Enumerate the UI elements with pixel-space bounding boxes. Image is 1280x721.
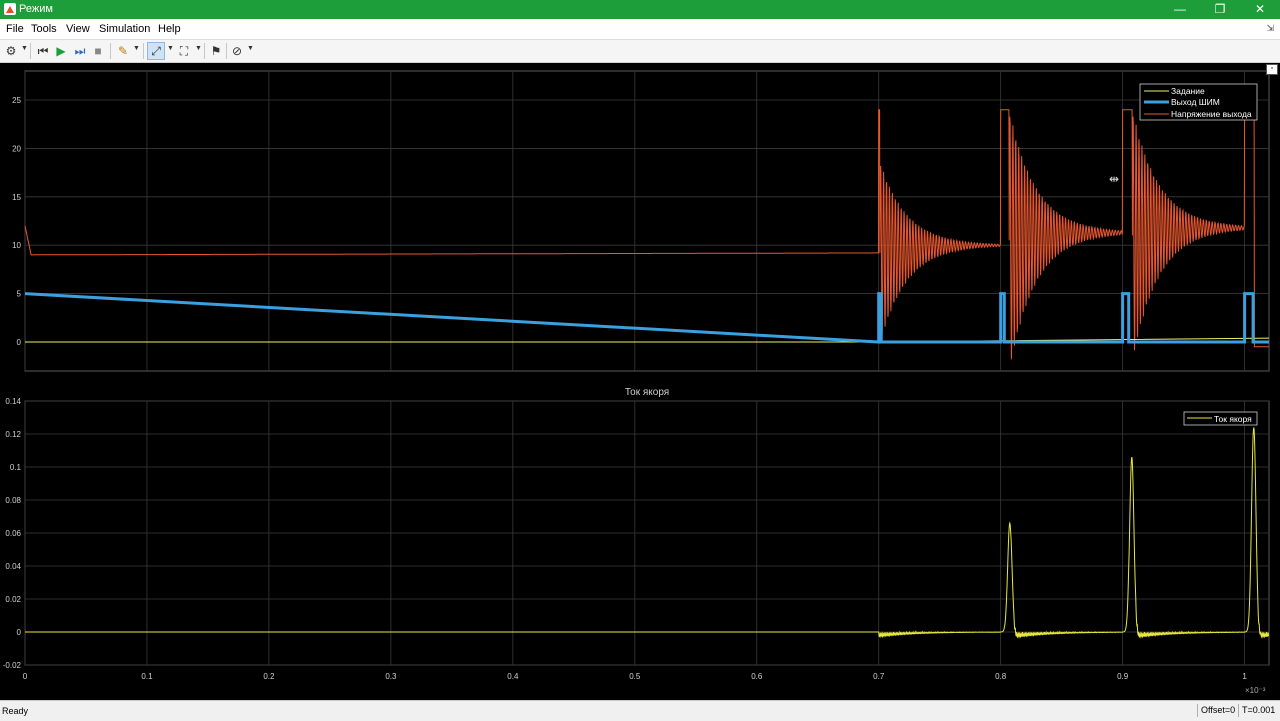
legend-label-zadanie: Задание — [1171, 86, 1205, 96]
x-tick-label: 0 — [23, 672, 28, 681]
chevron-down-icon[interactable]: ▼ — [21, 45, 28, 52]
legend-label-pwm: Выход ШИМ — [1171, 97, 1220, 107]
undock-plot-button[interactable]: ▫ — [1266, 64, 1278, 75]
toolbar-separator — [204, 43, 205, 59]
matlab-app-icon — [4, 3, 16, 15]
x-tick-label: 0.8 — [995, 672, 1007, 681]
pan-cursor-icon: ⇹ — [1109, 172, 1119, 186]
status-time: T=0.001 — [1238, 704, 1280, 717]
scope-plot-area: 0 5 10 15 20 25 Задание Выход ШИМ Напряжение … — [0, 63, 1280, 700]
y-tick-label: 15 — [12, 193, 21, 202]
y-tick-label: 5 — [17, 290, 22, 299]
y-tick-label: -0.02 — [3, 661, 22, 670]
x-tick-label: 0.9 — [1117, 672, 1129, 681]
chevron-down-icon[interactable]: ▼ — [247, 45, 254, 52]
toolbar-separator — [30, 43, 31, 59]
y-tick-label: 0.1 — [10, 463, 22, 472]
run-icon[interactable]: ▶ — [53, 43, 69, 59]
menu-file[interactable]: File — [6, 23, 24, 35]
top-legend[interactable]: Задание Выход ШИМ Напряжение выхода — [1139, 83, 1258, 121]
restore-button[interactable]: ❐ — [1200, 0, 1240, 19]
triggers-icon[interactable]: ⚑ — [208, 43, 224, 59]
title-bar: Режим — ❐ ✕ — [0, 0, 1280, 19]
window-title: Режим — [19, 3, 53, 15]
bottom-y-tick-labels: -0.02 0 0.02 0.04 0.06 0.08 0.1 0.12 0.14 — [3, 397, 22, 670]
x-tick-label: 0.6 — [751, 672, 763, 681]
stop-icon[interactable]: ■ — [90, 43, 106, 59]
x-tick-label: 0.2 — [263, 672, 275, 681]
y-tick-label: 0.02 — [5, 595, 21, 604]
y-tick-label: 25 — [12, 96, 21, 105]
toolbar-separator — [226, 43, 227, 59]
bottom-legend[interactable]: Ток якоря — [1183, 411, 1258, 426]
x-tick-label: 1 — [1242, 672, 1247, 681]
minimize-button[interactable]: — — [1160, 0, 1200, 19]
top-y-tick-labels: 0 5 10 15 20 25 — [12, 96, 21, 347]
close-button[interactable]: ✕ — [1240, 0, 1280, 19]
status-ready-text: Ready — [2, 706, 29, 716]
menu-tools[interactable]: Tools — [31, 23, 57, 35]
x-axis-multiplier: ×10⁻³ — [1245, 686, 1266, 695]
scope-plots-svg: 0510152025 Задание Выход ШИМ Напряжение … — [3, 70, 1270, 695]
chevron-down-icon[interactable]: ▼ — [167, 45, 174, 52]
bottom-plot-title: Ток якоря — [625, 387, 669, 398]
menu-bar: File Tools View Simulation Help ⇲ — [0, 19, 1280, 40]
y-tick-label: 0.04 — [5, 562, 21, 571]
fit-view-icon[interactable]: ⛶ — [176, 43, 192, 59]
measure-icon[interactable]: ⊘ — [229, 43, 245, 59]
y-tick-label: 20 — [12, 144, 21, 153]
step-back-icon[interactable]: ⏮ — [35, 43, 51, 59]
y-tick-label: 0.12 — [5, 430, 21, 439]
x-tick-label: 0.5 — [629, 672, 641, 681]
x-tick-label: 0.4 — [507, 672, 519, 681]
y-tick-label: 0 — [17, 628, 22, 637]
gear-icon[interactable]: ⚙ — [3, 43, 19, 59]
toolbar-separator — [143, 43, 144, 59]
chevron-down-icon[interactable]: ▼ — [133, 45, 140, 52]
toolbar: ⚙ ▼ ⏮ ▶ ⏭ ■ ✎ ▼ ⤢ ▼ ⛶ ▼ ⚑ ⊘ ▼ — [0, 40, 1280, 63]
legend-label-voltage: Напряжение выхода — [1171, 109, 1252, 119]
status-bar: Ready Offset=0 T=0.001 — [0, 700, 1280, 721]
y-tick-label: 0 — [17, 338, 22, 347]
status-offset: Offset=0 — [1197, 704, 1237, 717]
x-tick-label: 0.3 — [385, 672, 397, 681]
step-forward-icon[interactable]: ⏭ — [72, 43, 88, 59]
chevron-down-icon[interactable]: ▼ — [195, 45, 202, 52]
y-tick-label: 0.06 — [5, 529, 21, 538]
y-tick-label: 0.08 — [5, 496, 21, 505]
highlight-icon[interactable]: ✎ — [115, 43, 131, 59]
y-tick-label: 0.14 — [5, 397, 21, 406]
menu-view[interactable]: View — [66, 23, 90, 35]
zoom-axes-icon[interactable]: ⤢ — [147, 42, 165, 60]
undock-menu-icon[interactable]: ⇲ — [1266, 23, 1274, 34]
x-tick-label: 0.1 — [141, 672, 153, 681]
menu-help[interactable]: Help — [158, 23, 181, 35]
top-axes-frame[interactable] — [24, 70, 1270, 372]
menu-simulation[interactable]: Simulation — [99, 23, 150, 35]
x-tick-label: 0.7 — [873, 672, 885, 681]
y-tick-label: 10 — [12, 241, 21, 250]
bottom-x-tick-labels: 0 0.1 0.2 0.3 0.4 0.5 0.6 0.7 0.8 0.9 1 — [23, 672, 1248, 681]
legend-label-current: Ток якоря — [1214, 414, 1252, 424]
toolbar-separator — [110, 43, 111, 59]
